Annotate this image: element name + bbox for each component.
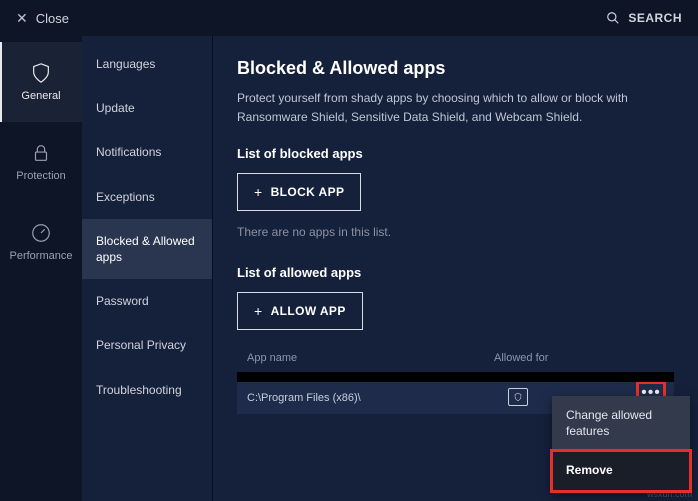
nav-protection[interactable]: Protection xyxy=(0,122,82,202)
left-nav: General Protection Performance xyxy=(0,36,82,501)
col-app-name: App name xyxy=(247,352,494,364)
blocked-apps-heading: List of blocked apps xyxy=(237,146,674,161)
col-allowed-for: Allowed for xyxy=(494,352,664,364)
subnav-update[interactable]: Update xyxy=(82,86,212,130)
close-label: Close xyxy=(36,11,69,26)
nav-performance[interactable]: Performance xyxy=(0,202,82,282)
menu-change-features[interactable]: Change allowed features xyxy=(552,396,690,451)
block-app-label: BLOCK APP xyxy=(271,185,345,199)
page-description: Protect yourself from shady apps by choo… xyxy=(237,89,674,126)
sub-nav: Languages Update Notifications Exception… xyxy=(82,36,212,501)
allow-app-button[interactable]: + ALLOW APP xyxy=(237,292,363,330)
context-menu: Change allowed features Remove xyxy=(552,396,690,491)
redacted-strip xyxy=(237,372,674,382)
blocked-empty-note: There are no apps in this list. xyxy=(237,225,674,239)
shield-icon xyxy=(30,62,52,84)
search-button[interactable]: SEARCH xyxy=(606,11,682,25)
allowed-apps-heading: List of allowed apps xyxy=(237,265,674,280)
plus-icon: + xyxy=(254,184,263,200)
search-label: SEARCH xyxy=(628,11,682,25)
search-icon xyxy=(606,11,620,25)
page-title: Blocked & Allowed apps xyxy=(237,58,674,79)
block-app-button[interactable]: + BLOCK APP xyxy=(237,173,361,211)
webcam-shield-icon xyxy=(508,388,528,406)
subnav-password[interactable]: Password xyxy=(82,279,212,323)
subnav-exceptions[interactable]: Exceptions xyxy=(82,175,212,219)
nav-performance-label: Performance xyxy=(10,250,73,262)
allow-app-label: ALLOW APP xyxy=(271,304,346,318)
nav-general-label: General xyxy=(21,90,60,102)
subnav-notifications[interactable]: Notifications xyxy=(82,130,212,174)
subnav-blocked-allowed[interactable]: Blocked & Allowed apps xyxy=(82,219,212,279)
table-header: App name Allowed for xyxy=(237,344,674,372)
subnav-languages[interactable]: Languages xyxy=(82,42,212,86)
plus-icon: + xyxy=(254,303,263,319)
subnav-personal-privacy[interactable]: Personal Privacy xyxy=(82,323,212,367)
nav-protection-label: Protection xyxy=(16,170,66,182)
menu-remove[interactable]: Remove xyxy=(552,451,690,491)
close-icon: ✕ xyxy=(16,10,28,27)
gauge-icon xyxy=(30,222,52,244)
subnav-troubleshooting[interactable]: Troubleshooting xyxy=(82,368,212,412)
row-app-path: C:\Program Files (x86)\ xyxy=(247,382,508,404)
nav-general[interactable]: General xyxy=(0,42,82,122)
close-button[interactable]: ✕ Close xyxy=(16,10,69,27)
lock-icon xyxy=(30,142,52,164)
